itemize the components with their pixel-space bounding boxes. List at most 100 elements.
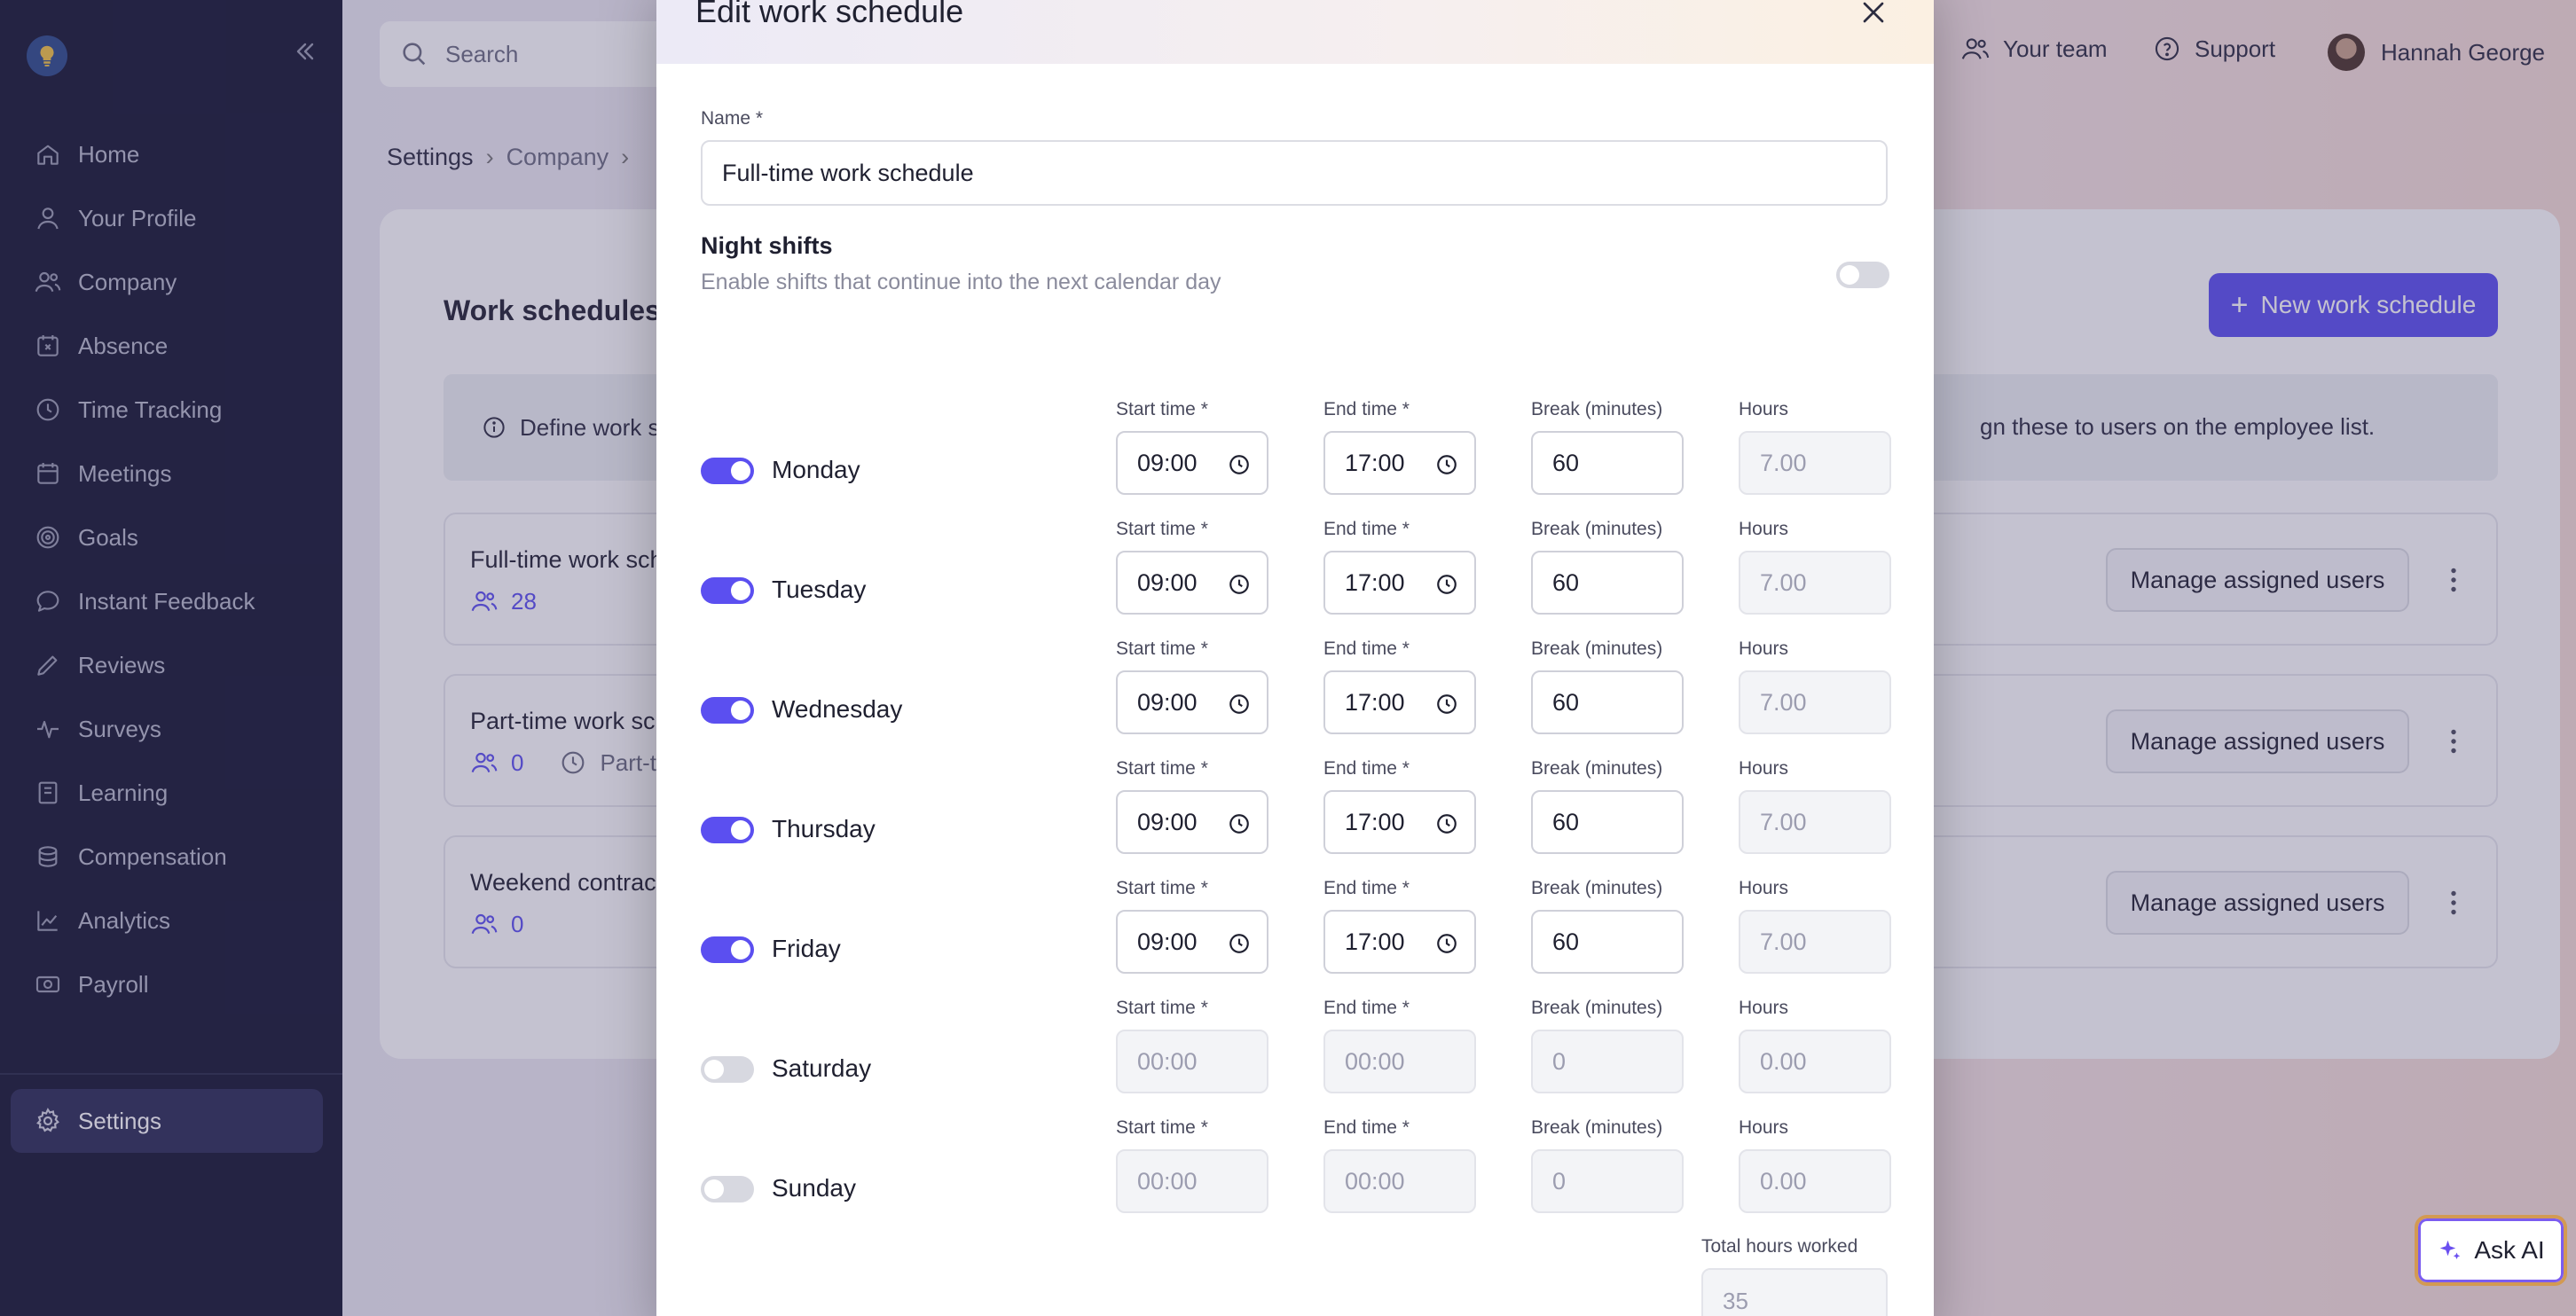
start-time-input[interactable]: 09:00 [1116,910,1268,974]
clock-icon [1229,575,1249,594]
toggle-knob [731,701,750,720]
break-label: Break (minutes) [1531,758,1663,779]
hours-output: 0.00 [1739,1030,1891,1093]
dialog-title: Edit work schedule [695,0,964,29]
end-time-label: End time * [1323,399,1410,419]
start-time-input[interactable]: 09:00 [1116,790,1268,854]
hours-output: 7.00 [1739,790,1891,854]
end-time-label: End time * [1323,638,1410,659]
end-time-value: 17:00 [1345,808,1405,835]
night-shifts-description: Enable shifts that continue into the nex… [701,270,1221,294]
break-input[interactable]: 60 [1531,910,1684,974]
clock-icon [1437,694,1457,714]
end-time-input: 00:00 [1323,1149,1476,1213]
end-time-value: 17:00 [1345,688,1405,716]
ask-ai-button[interactable]: Ask AI [2415,1215,2567,1286]
friday-toggle[interactable] [701,936,754,963]
start-time-value: 09:00 [1137,928,1198,955]
saturday-toggle[interactable] [701,1056,754,1083]
day-label-thursday: Thursday [772,815,876,842]
break-input[interactable]: 60 [1531,431,1684,495]
start-time-label: Start time * [1116,878,1208,898]
start-time-input[interactable]: 09:00 [1116,551,1268,615]
day-label-sunday: Sunday [772,1174,856,1202]
clock-icon [1229,455,1249,474]
break-input: 0 [1531,1149,1684,1213]
hours-label: Hours [1739,758,1789,779]
end-time-input[interactable]: 17:00 [1323,670,1476,734]
end-time-input[interactable]: 17:00 [1323,910,1476,974]
name-input[interactable]: Full-time work schedule [701,140,1888,206]
break-label: Break (minutes) [1531,638,1663,659]
night-shifts-toggle[interactable] [1836,262,1889,288]
break-input[interactable]: 60 [1531,790,1684,854]
end-time-input[interactable]: 17:00 [1323,790,1476,854]
start-time-label: Start time * [1116,399,1208,419]
start-time-value: 09:00 [1137,568,1198,596]
toggle-knob [731,581,750,600]
start-time-input: 00:00 [1116,1030,1268,1093]
end-time-input: 00:00 [1323,1030,1476,1093]
monday-toggle[interactable] [701,458,754,484]
tuesday-toggle[interactable] [701,577,754,604]
break-input[interactable]: 60 [1531,670,1684,734]
end-time-input[interactable]: 17:00 [1323,431,1476,495]
start-time-label: Start time * [1116,998,1208,1018]
hours-label: Hours [1739,878,1789,898]
toggle-knob [731,820,750,840]
clock-icon [1437,575,1457,594]
break-label: Break (minutes) [1531,998,1663,1018]
start-time-value: 09:00 [1137,449,1198,476]
hours-output: 7.00 [1739,551,1891,615]
clock-icon [1437,814,1457,834]
ask-ai-label: Ask AI [2474,1236,2545,1264]
day-label-wednesday: Wednesday [772,695,903,723]
end-time-label: End time * [1323,519,1410,539]
hours-label: Hours [1739,638,1789,659]
dialog-header: Edit work schedule [656,0,1934,64]
clock-icon [1229,934,1249,953]
start-time-value: 09:00 [1137,688,1198,716]
start-time-input: 00:00 [1116,1149,1268,1213]
end-time-value: 17:00 [1345,568,1405,596]
start-time-label: Start time * [1116,638,1208,659]
edit-work-schedule-dialog: Edit work schedule Name * Full-time work… [656,0,1934,1316]
day-label-tuesday: Tuesday [772,576,867,603]
clock-icon [1229,814,1249,834]
start-time-label: Start time * [1116,519,1208,539]
end-time-label: End time * [1323,1117,1410,1138]
day-label-friday: Friday [772,935,841,962]
end-time-label: End time * [1323,878,1410,898]
sparkle-icon [2440,1240,2461,1259]
night-shifts-title: Night shifts [701,232,833,259]
toggle-knob [1840,265,1859,285]
toggle-knob [731,940,750,960]
day-label-monday: Monday [772,456,860,483]
hours-output: 7.00 [1739,431,1891,495]
break-input: 0 [1531,1030,1684,1093]
wednesday-toggle[interactable] [701,697,754,724]
close-icon[interactable] [1856,0,1891,30]
sunday-toggle[interactable] [701,1176,754,1202]
toggle-knob [704,1060,724,1079]
start-time-label: Start time * [1116,1117,1208,1138]
hours-output: 7.00 [1739,910,1891,974]
total-hours-label: Total hours worked [1701,1236,1858,1257]
name-label: Name * [701,108,764,129]
hours-output: 0.00 [1739,1149,1891,1213]
start-time-value: 09:00 [1137,808,1198,835]
end-time-label: End time * [1323,758,1410,779]
start-time-input[interactable]: 09:00 [1116,670,1268,734]
start-time-input[interactable]: 09:00 [1116,431,1268,495]
break-input[interactable]: 60 [1531,551,1684,615]
end-time-value: 17:00 [1345,449,1405,476]
end-time-input[interactable]: 17:00 [1323,551,1476,615]
hours-output: 7.00 [1739,670,1891,734]
total-hours-output: 35 [1701,1268,1888,1316]
clock-icon [1229,694,1249,714]
toggle-knob [704,1179,724,1199]
break-label: Break (minutes) [1531,519,1663,539]
break-label: Break (minutes) [1531,1117,1663,1138]
hours-label: Hours [1739,399,1789,419]
thursday-toggle[interactable] [701,817,754,843]
